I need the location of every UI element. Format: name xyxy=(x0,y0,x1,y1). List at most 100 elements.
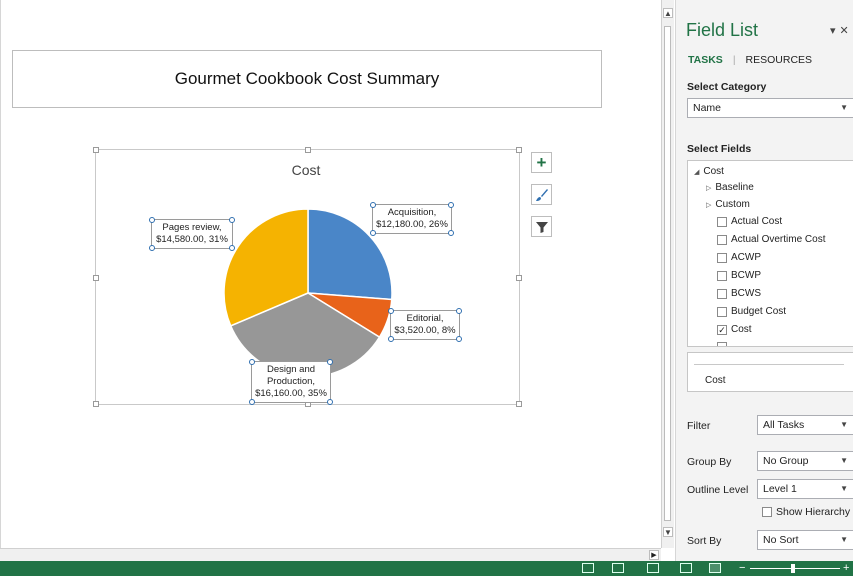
scroll-right-arrow[interactable]: ▶ xyxy=(649,550,659,560)
resize-handle[interactable] xyxy=(516,275,522,281)
checkbox[interactable] xyxy=(717,306,727,317)
label-handle[interactable] xyxy=(370,230,376,236)
checkbox-checked[interactable]: ✓ xyxy=(717,324,727,335)
report-canvas[interactable]: Gourmet Cookbook Cost Summary Cost Acqui… xyxy=(0,0,662,548)
field-label: Cost xyxy=(731,324,752,335)
label-handle[interactable] xyxy=(149,217,155,223)
category-dropdown[interactable]: Name ▼ xyxy=(687,98,853,118)
label-handle[interactable] xyxy=(249,399,255,405)
field-checkbox-row[interactable]: BCWP xyxy=(717,270,761,281)
data-label-design[interactable]: Design and Production, $16,160.00, 35% xyxy=(249,359,333,405)
scroll-up-arrow[interactable]: ▲ xyxy=(663,8,673,18)
chart-elements-button[interactable]: + xyxy=(531,152,552,173)
report-title[interactable]: Gourmet Cookbook Cost Summary xyxy=(12,50,602,108)
view-gantt-icon[interactable] xyxy=(582,563,594,573)
select-category-label: Select Category xyxy=(687,81,767,93)
label-handle[interactable] xyxy=(327,399,333,405)
view-report-icon[interactable] xyxy=(709,563,721,573)
tree-group-baseline[interactable]: ▷ Baseline xyxy=(706,182,754,193)
zoom-slider[interactable] xyxy=(750,568,840,569)
field-checkbox-row[interactable]: ACWP xyxy=(717,252,761,263)
collapse-triangle-icon: ▷ xyxy=(706,184,712,192)
filter-dropdown[interactable]: All Tasks ▼ xyxy=(757,415,853,435)
checkbox[interactable] xyxy=(717,342,727,346)
close-icon[interactable]: ✕ xyxy=(840,25,853,37)
field-list-panel: Field List ▾✕ TASKS | RESOURCES Select C… xyxy=(675,0,853,561)
brush-icon xyxy=(535,188,548,201)
fields-tree[interactable]: ◢ Cost ▷ Baseline ▷ Custom Actual Cost Actu… xyxy=(687,160,853,347)
tree-group-custom[interactable]: ▷ Custom xyxy=(706,199,750,210)
pie-slice-editorial[interactable] xyxy=(307,292,393,339)
selected-field[interactable]: Cost xyxy=(705,375,726,386)
sort-by-dropdown[interactable]: No Sort ▼ xyxy=(757,530,853,550)
outline-level-dropdown[interactable]: Level 1 ▼ xyxy=(757,479,853,499)
label-handle[interactable] xyxy=(149,245,155,251)
view-task-usage-icon[interactable] xyxy=(612,563,624,573)
data-label-editorial[interactable]: Editorial, $3,520.00, 8% xyxy=(388,308,462,342)
data-label-line: $14,580.00, 31% xyxy=(156,234,228,245)
view-team-planner-icon[interactable] xyxy=(647,563,659,573)
scroll-thumb[interactable] xyxy=(664,26,671,521)
resize-handle[interactable] xyxy=(93,275,99,281)
checkbox[interactable] xyxy=(717,216,727,227)
checkbox[interactable] xyxy=(717,288,727,299)
label-handle[interactable] xyxy=(229,245,235,251)
field-label: Actual Overtime Cost xyxy=(731,234,826,245)
zoom-out-icon[interactable]: − xyxy=(739,562,745,574)
pie-chart[interactable]: Cost Acquisition, $12,180.00, 26% Editor… xyxy=(93,147,522,407)
label-handle[interactable] xyxy=(370,202,376,208)
outline-level-value: Level 1 xyxy=(763,483,797,495)
data-label-acquisition[interactable]: Acquisition, $12,180.00, 26% xyxy=(370,202,454,236)
field-checkbox-row[interactable]: ✓ Cost xyxy=(717,324,752,335)
field-checkbox-row[interactable]: Budget Cost xyxy=(717,306,786,317)
data-label-line: Design and xyxy=(266,364,316,375)
field-checkbox-row[interactable]: BCWS xyxy=(717,288,761,299)
chart-title[interactable]: Cost xyxy=(276,162,336,178)
panel-menu-icon[interactable]: ▾ xyxy=(830,25,840,37)
field-checkbox-row[interactable]: Actual Overtime Cost xyxy=(717,234,825,245)
resize-handle[interactable] xyxy=(305,147,311,153)
resize-handle[interactable] xyxy=(93,147,99,153)
zoom-slider-thumb[interactable] xyxy=(791,564,795,573)
tab-resources[interactable]: RESOURCES xyxy=(746,54,813,66)
show-hierarchy-checkbox[interactable] xyxy=(762,507,772,517)
chart-filters-button[interactable] xyxy=(531,216,552,237)
field-checkbox-row[interactable]: Actual Cost xyxy=(717,216,782,227)
label-handle[interactable] xyxy=(327,359,333,365)
zoom-in-icon[interactable]: + xyxy=(843,562,849,574)
resize-handle[interactable] xyxy=(516,147,522,153)
label-handle[interactable] xyxy=(229,217,235,223)
panel-title: Field List xyxy=(686,20,759,40)
sort-by-label: Sort By xyxy=(687,535,722,547)
selected-fields-box[interactable]: Cost xyxy=(687,352,853,392)
data-label-pages-review[interactable]: Pages review, $14,580.00, 31% xyxy=(149,217,235,251)
vertical-scrollbar[interactable]: ▲ ▼ xyxy=(661,0,674,548)
label-handle[interactable] xyxy=(249,359,255,365)
field-label: BCWP xyxy=(731,270,761,281)
horizontal-scrollbar[interactable]: ▶ xyxy=(0,548,661,562)
label-handle[interactable] xyxy=(388,336,394,342)
filter-value: All Tasks xyxy=(763,419,805,431)
status-bar: − + xyxy=(0,561,853,576)
group-by-dropdown[interactable]: No Group ▼ xyxy=(757,451,853,471)
checkbox[interactable] xyxy=(717,234,727,245)
label-handle[interactable] xyxy=(448,230,454,236)
label-handle[interactable] xyxy=(388,308,394,314)
tree-root-cost[interactable]: ◢ Cost xyxy=(694,166,724,177)
resize-handle[interactable] xyxy=(93,401,99,407)
chart-styles-button[interactable] xyxy=(531,184,552,205)
label-handle[interactable] xyxy=(448,202,454,208)
field-checkbox-row-partial[interactable] xyxy=(717,342,731,346)
chevron-down-icon: ▼ xyxy=(840,420,848,429)
pie-slice-pages-review[interactable] xyxy=(223,208,309,327)
view-resource-sheet-icon[interactable] xyxy=(680,563,692,573)
resize-handle[interactable] xyxy=(516,401,522,407)
show-hierarchy-option[interactable]: Show Hierarchy xyxy=(762,506,850,518)
scroll-down-arrow[interactable]: ▼ xyxy=(663,527,673,537)
label-handle[interactable] xyxy=(456,308,462,314)
filter-label: Filter xyxy=(687,420,711,432)
checkbox[interactable] xyxy=(717,252,727,263)
label-handle[interactable] xyxy=(456,336,462,342)
checkbox[interactable] xyxy=(717,270,727,281)
tab-tasks[interactable]: TASKS xyxy=(688,54,723,66)
